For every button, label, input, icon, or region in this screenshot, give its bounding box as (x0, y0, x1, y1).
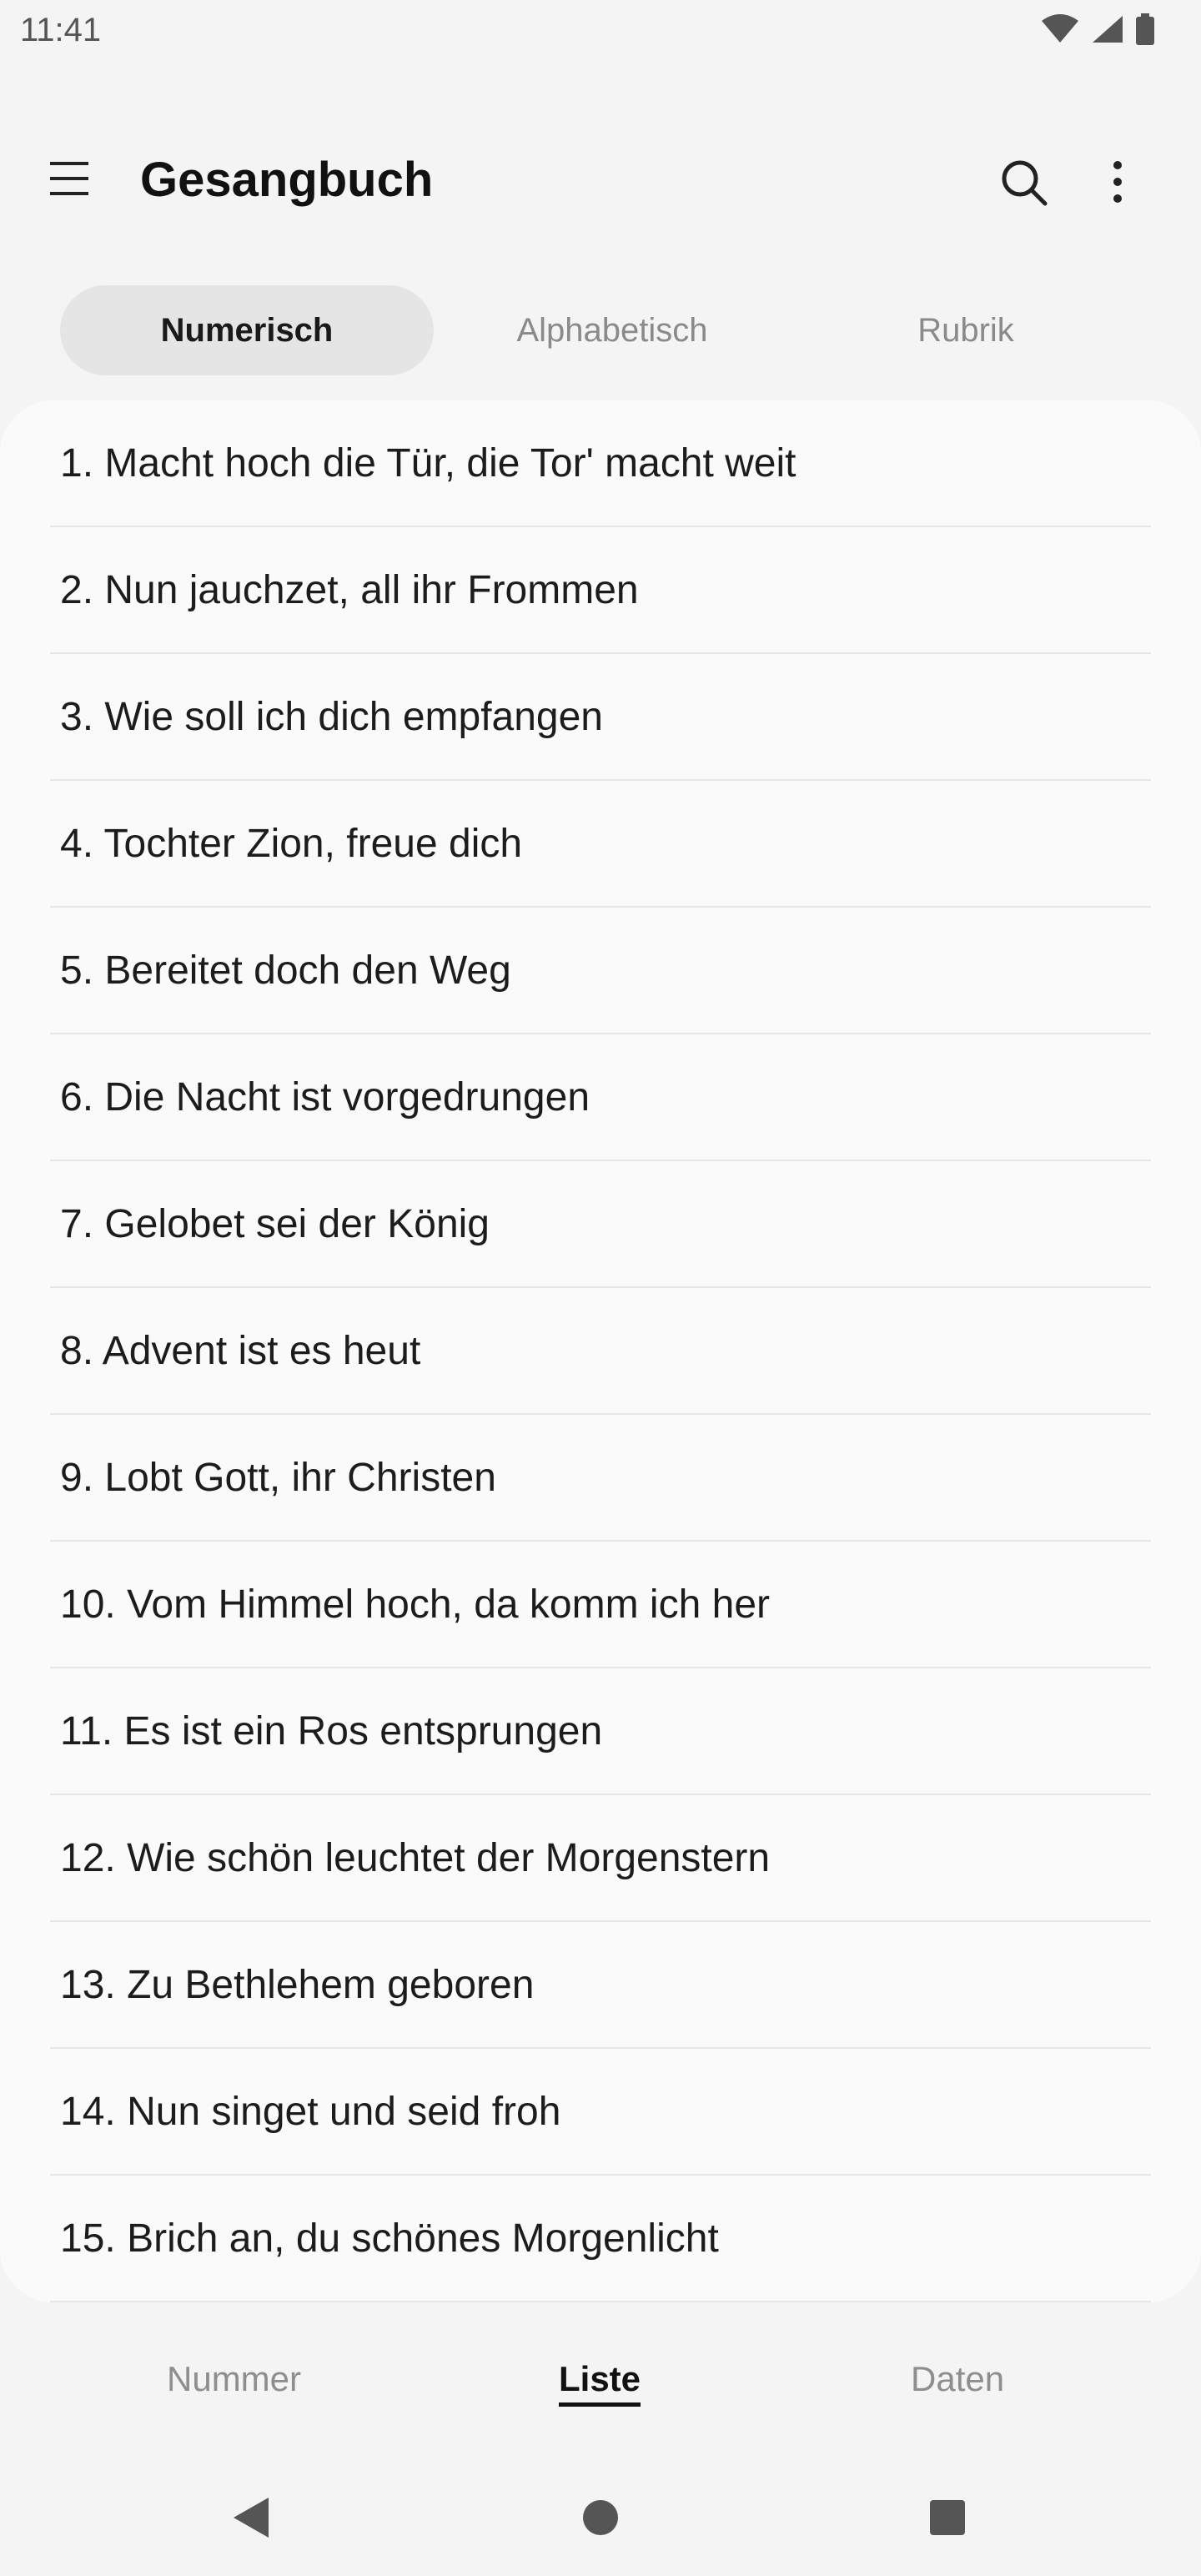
song-title: 1. Macht hoch die Tür, die Tor' macht we… (60, 441, 796, 486)
menu-button[interactable] (47, 157, 113, 207)
list-item[interactable]: 9. Lobt Gott, ihr Christen (50, 1415, 1151, 1542)
list-item[interactable]: 1. Macht hoch die Tür, die Tor' macht we… (50, 400, 1151, 527)
nav-daten[interactable]: Daten (911, 2359, 1004, 2399)
song-title: 14. Nun singet und seid froh (60, 2090, 561, 2134)
status-bar: 11:41 (0, 0, 1201, 63)
back-icon[interactable] (230, 2494, 272, 2541)
list-item[interactable]: 12. Wie schön leuchtet der Morgenstern (50, 1795, 1151, 1922)
more-vertical-icon (1113, 161, 1122, 203)
app-bar: Gesangbuch (0, 125, 1201, 234)
nav-nummer[interactable]: Nummer (167, 2359, 301, 2399)
song-title: 6. Die Nacht ist vorgedrungen (60, 1075, 590, 1119)
song-title: 11. Es ist ein Ros entsprungen (60, 1709, 603, 1753)
list-item[interactable]: 10. Vom Himmel hoch, da komm ich her (50, 1542, 1151, 1668)
list-item[interactable]: 13. Zu Bethlehem geboren (50, 1922, 1151, 2049)
sort-tabs: Numerisch Alphabetisch Rubrik (60, 285, 1141, 375)
song-title: 9. Lobt Gott, ihr Christen (60, 1456, 496, 1500)
song-title: 2. Nun jauchzet, all ihr Frommen (60, 568, 639, 612)
nav-liste[interactable]: Liste (559, 2359, 641, 2407)
song-title: 15. Brich an, du schönes Morgenlicht (60, 2216, 719, 2261)
list-item[interactable]: 2. Nun jauchzet, all ihr Frommen (50, 527, 1151, 654)
song-title: 12. Wie schön leuchtet der Morgenstern (60, 1836, 771, 1880)
song-title: 13. Zu Bethlehem geboren (60, 1963, 535, 2007)
recents-icon[interactable] (928, 2494, 967, 2541)
search-button[interactable] (997, 155, 1055, 214)
home-icon[interactable] (581, 2494, 620, 2541)
tab-numerisch[interactable]: Numerisch (60, 285, 434, 375)
more-options-button[interactable] (1101, 155, 1143, 214)
song-title: 7. Gelobet sei der König (60, 1202, 490, 1246)
song-title: 10. Vom Himmel hoch, da komm ich her (60, 1582, 770, 1627)
list-item[interactable]: 3. Wie soll ich dich empfangen (50, 654, 1151, 781)
tab-alphabetisch[interactable]: Alphabetisch (449, 285, 776, 375)
list-item[interactable]: 15. Brich an, du schönes Morgenlicht (50, 2176, 1151, 2302)
list-item[interactable]: 4. Tochter Zion, freue dich (50, 781, 1151, 908)
song-list: 1. Macht hoch die Tür, die Tor' macht we… (0, 400, 1201, 2302)
list-item[interactable]: 14. Nun singet und seid froh (50, 2049, 1151, 2176)
system-navigation (0, 2469, 1201, 2576)
hamburger-menu-icon (50, 162, 88, 195)
song-title: 5. Bereitet doch den Weg (60, 948, 511, 993)
list-item[interactable]: 7. Gelobet sei der König (50, 1161, 1151, 1288)
list-item[interactable]: 6. Die Nacht ist vorgedrungen (50, 1034, 1151, 1161)
bottom-navigation: Nummer Liste Daten (0, 2311, 1201, 2453)
song-title: 3. Wie soll ich dich empfangen (60, 695, 603, 739)
song-title: 8. Advent ist es heut (60, 1329, 421, 1373)
list-item[interactable]: 8. Advent ist es heut (50, 1288, 1151, 1415)
search-icon (1002, 160, 1048, 206)
wifi-icon (1042, 14, 1078, 43)
song-title: 4. Tochter Zion, freue dich (60, 822, 523, 866)
signal-icon (1093, 16, 1123, 43)
status-icons (1041, 13, 1154, 45)
battery-icon (1136, 13, 1154, 45)
list-item[interactable]: 5. Bereitet doch den Weg (50, 908, 1151, 1034)
status-time: 11:41 (20, 12, 102, 48)
tab-rubrik[interactable]: Rubrik (811, 285, 1121, 375)
list-item[interactable]: 11. Es ist ein Ros entsprungen (50, 1668, 1151, 1795)
page-title: Gesangbuch (140, 153, 434, 207)
